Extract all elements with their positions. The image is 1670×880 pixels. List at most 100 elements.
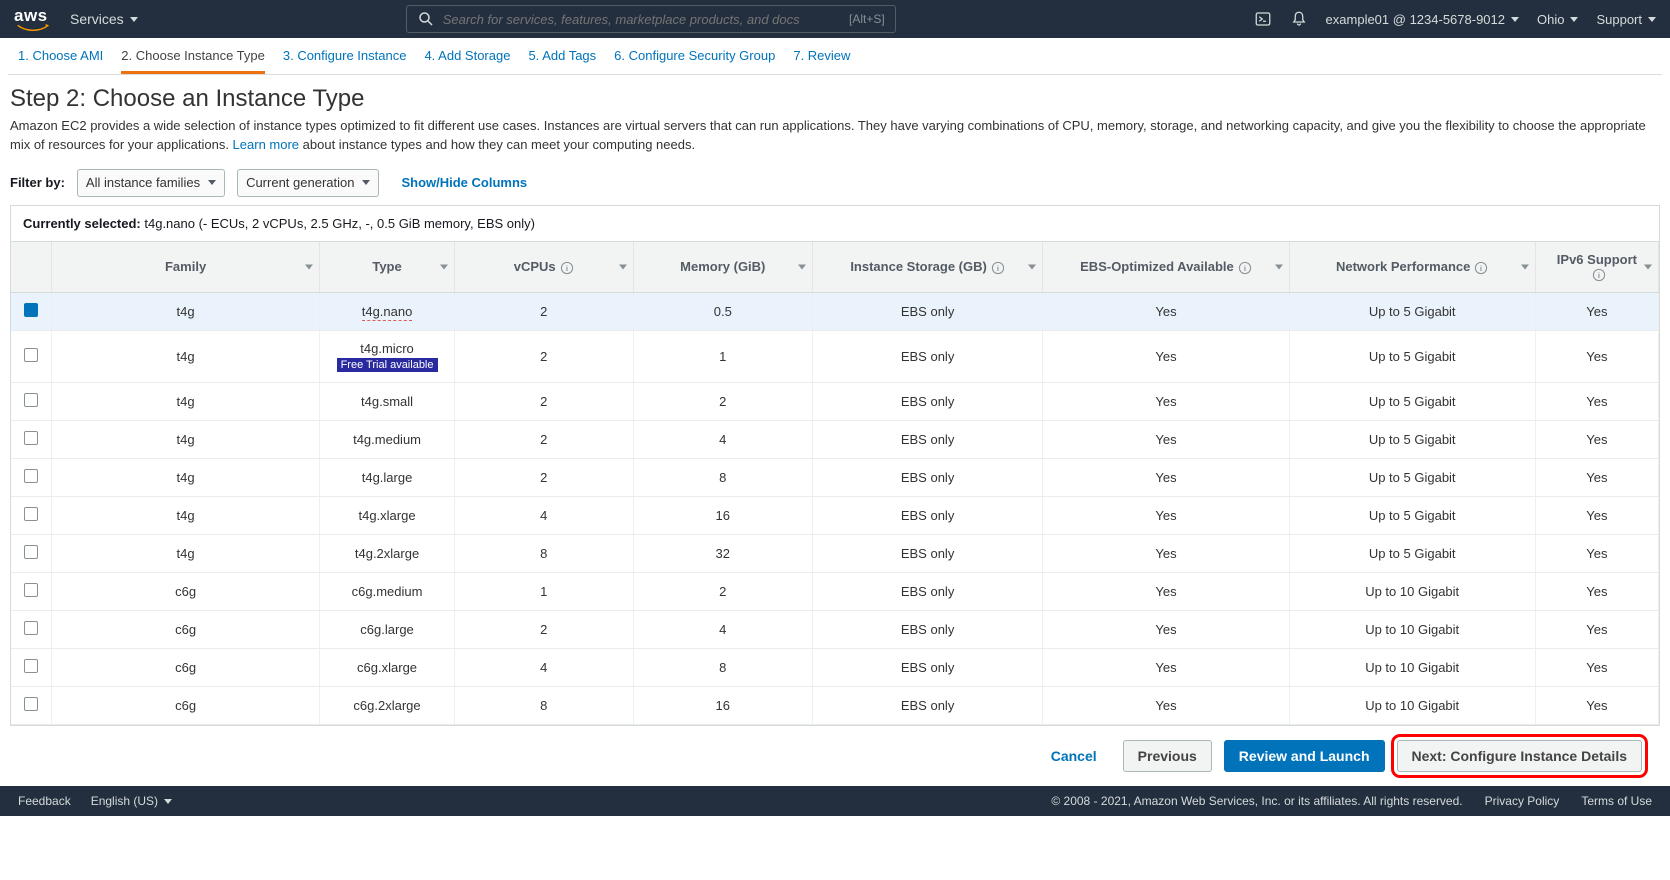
cell-ipv6: Yes (1535, 383, 1658, 421)
row-checkbox[interactable] (24, 431, 38, 445)
feedback-link[interactable]: Feedback (18, 794, 71, 808)
col-header-vcpus[interactable]: vCPUsi (454, 242, 633, 293)
wizard-tab-6[interactable]: 7. Review (793, 48, 850, 73)
cell-vcpus: 8 (454, 535, 633, 573)
row-checkbox[interactable] (24, 583, 38, 597)
wizard-tab-5[interactable]: 6. Configure Security Group (614, 48, 775, 73)
wizard-tabs: 1. Choose AMI 2. Choose Instance Type 3. C… (0, 38, 1670, 74)
row-checkbox[interactable] (24, 303, 38, 317)
region-menu[interactable]: Ohio (1537, 12, 1578, 27)
sort-icon (798, 264, 806, 269)
row-checkbox[interactable] (24, 545, 38, 559)
table-row[interactable]: c6gc6g.large24EBS onlyYesUp to 10 Gigabi… (11, 611, 1659, 649)
wizard-tab-1[interactable]: 2. Choose Instance Type (121, 48, 265, 74)
cell-ipv6: Yes (1535, 421, 1658, 459)
cell-memory: 4 (633, 611, 812, 649)
previous-button[interactable]: Previous (1123, 740, 1212, 772)
cell-vcpus: 2 (454, 293, 633, 331)
table-row[interactable]: t4gt4g.microFree Trial available21EBS on… (11, 331, 1659, 383)
search-input[interactable] (435, 12, 849, 27)
table-row[interactable]: t4gt4g.nano20.5EBS onlyYesUp to 5 Gigabi… (11, 293, 1659, 331)
global-search[interactable]: [Alt+S] (406, 5, 896, 33)
row-checkbox[interactable] (24, 621, 38, 635)
wizard-tab-0[interactable]: 1. Choose AMI (18, 48, 103, 73)
current-selection-value: t4g.nano (- ECUs, 2 vCPUs, 2.5 GHz, -, 0… (144, 216, 535, 231)
cell-vcpus: 2 (454, 611, 633, 649)
col-header-type[interactable]: Type (320, 242, 454, 293)
table-row[interactable]: t4gt4g.large28EBS onlyYesUp to 5 Gigabit… (11, 459, 1659, 497)
col-header-select[interactable] (11, 242, 51, 293)
col-header-network[interactable]: Network Performance i (1289, 242, 1535, 293)
bell-icon[interactable] (1290, 10, 1308, 28)
svg-text:i: i (1244, 264, 1246, 273)
col-memory-label: Memory (GiB) (680, 259, 765, 274)
cell-network: Up to 5 Gigabit (1289, 535, 1535, 573)
caret-down-icon (1648, 17, 1656, 22)
cancel-button[interactable]: Cancel (1037, 741, 1111, 771)
info-icon[interactable]: i (560, 261, 574, 275)
info-icon[interactable]: i (991, 261, 1005, 275)
info-icon[interactable]: i (1592, 268, 1606, 282)
table-row[interactable]: t4gt4g.2xlarge832EBS onlyYesUp to 5 Giga… (11, 535, 1659, 573)
cell-type: t4g.small (320, 383, 454, 421)
aws-logo-text: aws (14, 6, 48, 25)
cell-network: Up to 10 Gigabit (1289, 687, 1535, 725)
info-icon[interactable]: i (1238, 261, 1252, 275)
col-net-label: Network Performance (1336, 259, 1470, 274)
row-checkbox[interactable] (24, 469, 38, 483)
row-checkbox[interactable] (24, 348, 38, 362)
cell-ipv6: Yes (1535, 331, 1658, 383)
col-header-family[interactable]: Family (51, 242, 320, 293)
cell-ipv6: Yes (1535, 687, 1658, 725)
info-icon[interactable]: i (1474, 261, 1488, 275)
table-row[interactable]: t4gt4g.xlarge416EBS onlyYesUp to 5 Gigab… (11, 497, 1659, 535)
cell-ipv6: Yes (1535, 649, 1658, 687)
col-header-storage[interactable]: Instance Storage (GB)i (812, 242, 1043, 293)
cell-type: c6g.medium (320, 573, 454, 611)
cell-ebs: Yes (1043, 535, 1289, 573)
show-hide-columns-link[interactable]: Show/Hide Columns (401, 175, 527, 190)
aws-logo[interactable]: aws (14, 6, 52, 32)
row-checkbox[interactable] (24, 507, 38, 521)
row-checkbox[interactable] (24, 393, 38, 407)
privacy-policy-link[interactable]: Privacy Policy (1485, 794, 1560, 808)
generation-dropdown[interactable]: Current generation (237, 169, 379, 197)
row-checkbox[interactable] (24, 659, 38, 673)
language-selector[interactable]: English (US) (91, 794, 172, 808)
wizard-tab-3[interactable]: 4. Add Storage (424, 48, 510, 73)
cell-memory: 4 (633, 421, 812, 459)
services-menu[interactable]: Services (70, 11, 138, 27)
cell-storage: EBS only (812, 687, 1043, 725)
desc-post: about instance types and how they can me… (303, 137, 695, 152)
table-row[interactable]: c6gc6g.medium12EBS onlyYesUp to 10 Gigab… (11, 573, 1659, 611)
table-row[interactable]: c6gc6g.xlarge48EBS onlyYesUp to 10 Gigab… (11, 649, 1659, 687)
col-header-ipv6[interactable]: IPv6 Supporti (1535, 242, 1658, 293)
table-row[interactable]: t4gt4g.small22EBS onlyYesUp to 5 Gigabit… (11, 383, 1659, 421)
services-label: Services (70, 11, 124, 27)
cell-family: t4g (51, 535, 320, 573)
cloudshell-icon[interactable] (1254, 10, 1272, 28)
wizard-tab-2[interactable]: 3. Configure Instance (283, 48, 407, 73)
svg-text:i: i (1598, 271, 1600, 280)
table-row[interactable]: c6gc6g.2xlarge816EBS onlyYesUp to 10 Gig… (11, 687, 1659, 725)
instance-families-dropdown[interactable]: All instance families (77, 169, 225, 197)
table-row[interactable]: t4gt4g.medium24EBS onlyYesUp to 5 Gigabi… (11, 421, 1659, 459)
review-and-launch-button[interactable]: Review and Launch (1224, 740, 1385, 772)
page-description: Amazon EC2 provides a wide selection of … (10, 117, 1660, 155)
next-configure-instance-button[interactable]: Next: Configure Instance Details (1397, 740, 1643, 772)
current-selection-bar: Currently selected: t4g.nano (- ECUs, 2 … (10, 205, 1660, 242)
terms-of-use-link[interactable]: Terms of Use (1581, 794, 1652, 808)
cell-network: Up to 10 Gigabit (1289, 649, 1535, 687)
cell-ipv6: Yes (1535, 573, 1658, 611)
col-header-memory[interactable]: Memory (GiB) (633, 242, 812, 293)
cell-ebs: Yes (1043, 331, 1289, 383)
support-menu[interactable]: Support (1596, 12, 1656, 27)
chevron-down-icon (208, 180, 216, 185)
col-header-ebs[interactable]: EBS-Optimized Availablei (1043, 242, 1289, 293)
row-checkbox[interactable] (24, 697, 38, 711)
cell-ipv6: Yes (1535, 535, 1658, 573)
cell-family: c6g (51, 649, 320, 687)
wizard-tab-4[interactable]: 5. Add Tags (528, 48, 596, 73)
account-menu[interactable]: example01 @ 1234-5678-9012 (1326, 12, 1519, 27)
learn-more-link[interactable]: Learn more (233, 137, 299, 152)
